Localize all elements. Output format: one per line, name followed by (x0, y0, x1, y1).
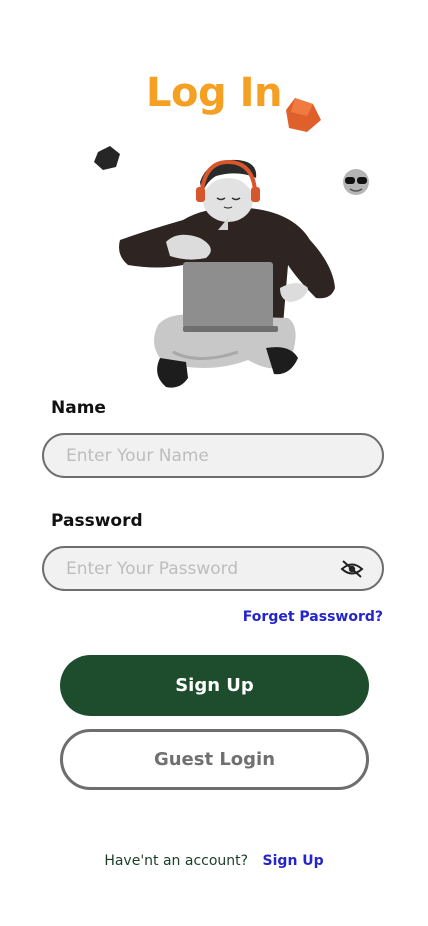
character-shoes (157, 358, 188, 388)
name-field[interactable] (42, 433, 384, 478)
forgot-password-link[interactable]: Forget Password? (243, 609, 383, 625)
guest-login-button[interactable]: Guest Login (60, 729, 369, 790)
password-input[interactable] (64, 557, 340, 580)
sign-up-button[interactable]: Sign Up (60, 655, 369, 716)
footer: Have'nt an account? Sign Up (0, 853, 428, 869)
dark-cube-shape (94, 146, 120, 170)
character-face (203, 178, 253, 222)
password-field[interactable] (42, 546, 384, 591)
hero-illustration (94, 98, 369, 388)
eye-off-icon[interactable] (340, 559, 366, 579)
no-account-text: Have'nt an account? (104, 853, 249, 869)
password-label: Password (51, 511, 143, 531)
name-input[interactable] (64, 444, 382, 467)
laptop (183, 262, 273, 328)
name-label: Name (51, 398, 106, 418)
footer-sign-up-link[interactable]: Sign Up (263, 853, 324, 869)
